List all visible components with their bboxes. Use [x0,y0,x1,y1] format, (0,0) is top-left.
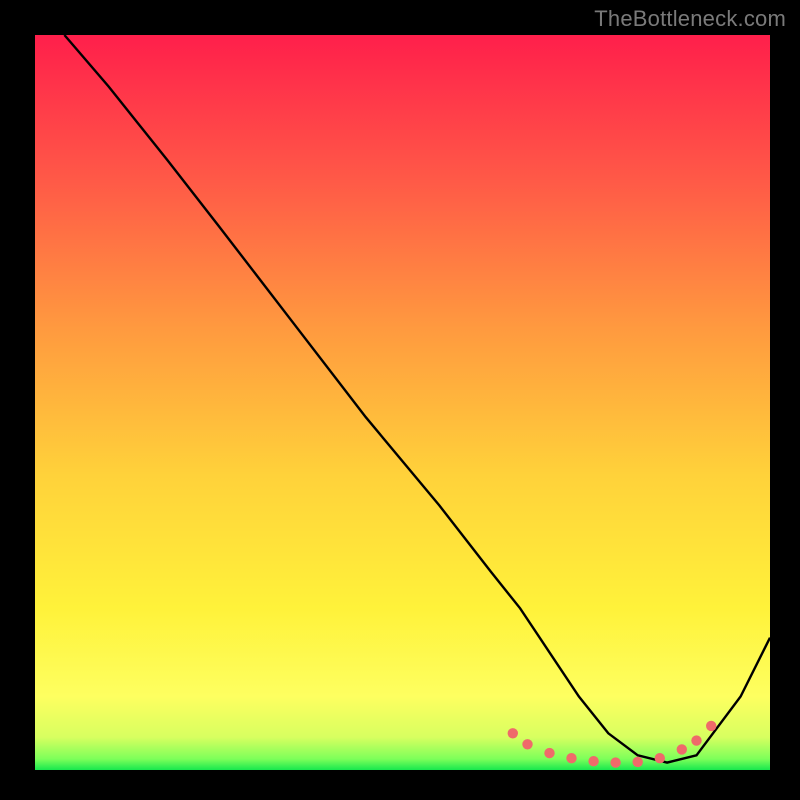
marker-dot [655,753,665,763]
marker-dot [588,756,598,766]
plot-background [35,35,770,770]
marker-dot [706,721,716,731]
marker-dot [508,728,518,738]
marker-dot [610,757,620,767]
marker-dot [522,739,532,749]
marker-dot [677,744,687,754]
marker-dot [566,753,576,763]
bottleneck-chart [0,0,800,800]
chart-frame: TheBottleneck.com [0,0,800,800]
attribution-text: TheBottleneck.com [594,6,786,32]
marker-dot [544,748,554,758]
marker-dot [691,735,701,745]
marker-dot [633,757,643,767]
